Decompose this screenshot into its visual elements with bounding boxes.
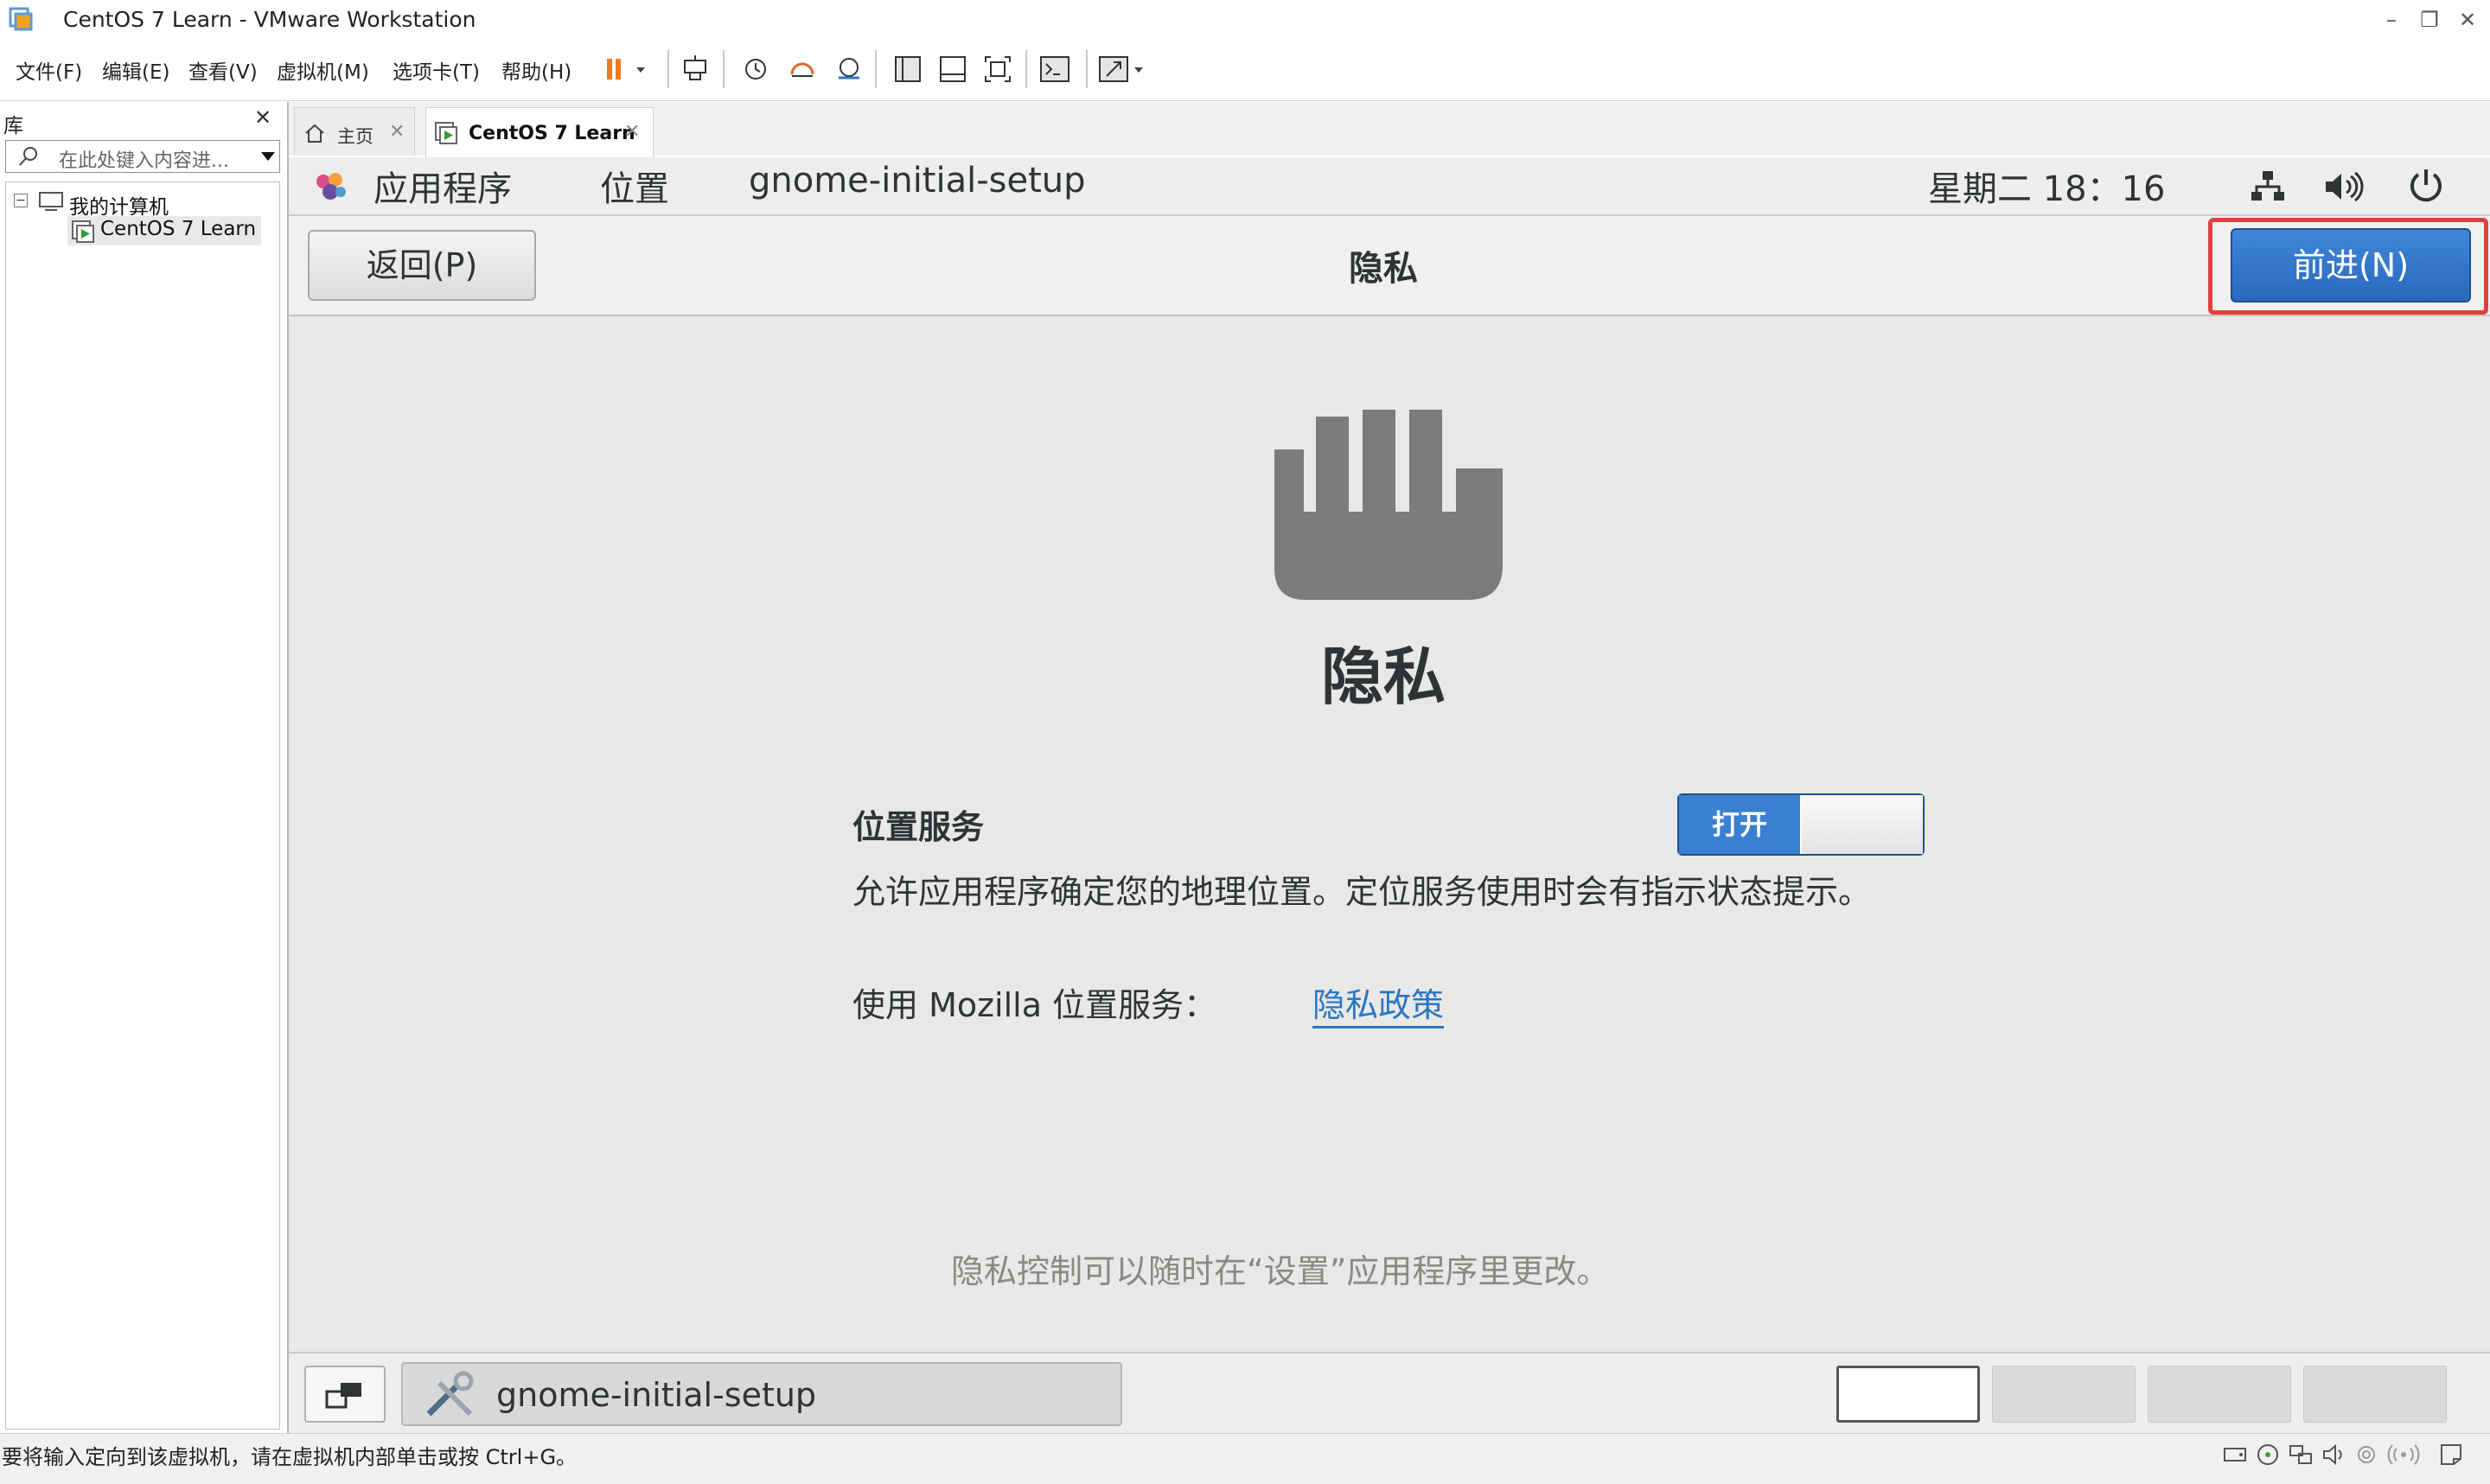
network-adapter-icon[interactable] — [2288, 1442, 2314, 1468]
library-tree — [5, 182, 280, 1430]
status-message: 要将输入定向到该虚拟机，请在虚拟机内部单击或按 Ctrl+G。 — [2, 1445, 578, 1469]
computer-icon — [39, 192, 63, 211]
hard-disk-icon[interactable] — [2222, 1442, 2248, 1468]
header-title: 隐私 — [1349, 249, 1418, 289]
minimize-button[interactable]: – — [2374, 5, 2409, 35]
console-view-icon[interactable] — [1038, 50, 1072, 88]
show-library-icon[interactable] — [891, 50, 925, 88]
privacy-policy-link[interactable]: 隐私政策 — [1312, 978, 1445, 1029]
vmware-app-icon — [9, 7, 33, 31]
search-icon — [19, 147, 37, 166]
network-icon[interactable] — [2248, 168, 2288, 206]
menu-help[interactable]: 帮助(H) — [501, 55, 571, 85]
home-icon — [305, 124, 324, 143]
gnome-applications-menu[interactable]: 应用程序 — [374, 161, 512, 211]
menu-file[interactable]: 文件(F) — [16, 55, 82, 85]
library-search-placeholder: 在此处键入内容进... — [59, 150, 229, 172]
usb-device-icon[interactable] — [2353, 1442, 2379, 1468]
sound-card-icon[interactable] — [2321, 1442, 2346, 1468]
toolbar-separator — [875, 50, 877, 88]
workspace-2[interactable] — [1992, 1366, 2136, 1423]
menu-vm[interactable]: 虚拟机(M) — [277, 55, 369, 85]
close-window-button[interactable]: ✕ — [2450, 5, 2485, 35]
tree-collapse-toggle[interactable]: − — [14, 194, 28, 207]
gnome-places-menu[interactable]: 位置 — [600, 161, 669, 211]
send-keys-icon[interactable] — [680, 50, 714, 88]
restore-button[interactable]: ❐ — [2412, 5, 2447, 35]
tab-centos-label: CentOS 7 Learn — [469, 123, 635, 144]
volume-icon[interactable] — [2322, 168, 2367, 206]
stretch-guest-icon[interactable] — [1096, 50, 1152, 88]
workspace-3[interactable] — [2148, 1366, 2291, 1423]
tree-item-my-computer[interactable]: 我的计算机 — [69, 190, 169, 220]
page-title: 隐私 — [1320, 640, 1446, 713]
switch-on-label[interactable]: 打开 — [1679, 795, 1800, 854]
location-services-label: 位置服务 — [852, 808, 985, 846]
location-services-description: 允许应用程序确定您的地理位置。定位服务使用时会有指示状态提示。 — [852, 873, 1872, 911]
privacy-hand-icon — [1274, 410, 1503, 600]
cd-dvd-icon[interactable] — [2255, 1442, 2281, 1468]
wireless-icon[interactable] — [2386, 1442, 2421, 1468]
tab-home-close-icon[interactable]: ✕ — [389, 121, 405, 143]
menu-view[interactable]: 查看(V) — [188, 55, 258, 85]
revert-snapshot-icon[interactable] — [785, 50, 820, 88]
mozilla-location-text: 使用 Mozilla 位置服务： — [852, 986, 1217, 1024]
menu-edit[interactable]: 编辑(E) — [102, 55, 169, 85]
gnome-apps-icon[interactable] — [311, 169, 349, 204]
workspace-4[interactable] — [2303, 1366, 2447, 1423]
privacy-footer-note: 隐私控制可以随时在“设置”应用程序里更改。 — [951, 1252, 1610, 1290]
pause-icon[interactable] — [602, 50, 654, 88]
thumbnail-bar-icon[interactable] — [935, 50, 970, 88]
library-close-button[interactable]: ✕ — [254, 105, 271, 130]
power-icon[interactable] — [2405, 166, 2447, 206]
toolbar-separator — [1086, 50, 1088, 88]
toolbar-separator — [1025, 50, 1027, 88]
gnome-clock[interactable]: 星期二 18：16 — [1928, 161, 2166, 211]
workspace-1[interactable] — [1836, 1366, 1980, 1423]
guest-display[interactable] — [289, 157, 2490, 1433]
vm-running-icon — [435, 122, 457, 144]
back-button[interactable]: 返回(P) — [308, 230, 536, 301]
menu-bar — [0, 40, 2490, 101]
taskbar-window-label: gnome-initial-setup — [496, 1376, 817, 1414]
gnome-active-window[interactable]: gnome-initial-setup — [749, 161, 1086, 201]
fullscreen-icon[interactable] — [980, 50, 1015, 88]
snapshot-manager-icon[interactable] — [832, 50, 866, 88]
tab-home-label: 主页 — [337, 126, 374, 147]
setup-tools-icon — [426, 1371, 474, 1417]
vm-running-icon — [72, 220, 94, 243]
message-log-icon[interactable] — [2438, 1442, 2464, 1468]
tree-item-centos[interactable]: CentOS 7 Learn — [100, 218, 256, 240]
toolbar-separator — [723, 50, 725, 88]
next-button[interactable]: 前进(N) — [2231, 228, 2471, 303]
library-title: 库 — [3, 115, 23, 137]
window-title: CentOS 7 Learn - VMware Workstation — [63, 7, 476, 32]
switch-slider[interactable] — [1802, 795, 1923, 854]
snapshot-icon[interactable] — [738, 50, 773, 88]
menu-tabs[interactable]: 选项卡(T) — [393, 55, 480, 85]
tab-centos-close-icon[interactable]: ✕ — [624, 121, 640, 143]
show-desktop-icon — [325, 1383, 361, 1409]
toolbar-separator — [667, 50, 669, 88]
chevron-down-icon[interactable] — [259, 150, 277, 162]
